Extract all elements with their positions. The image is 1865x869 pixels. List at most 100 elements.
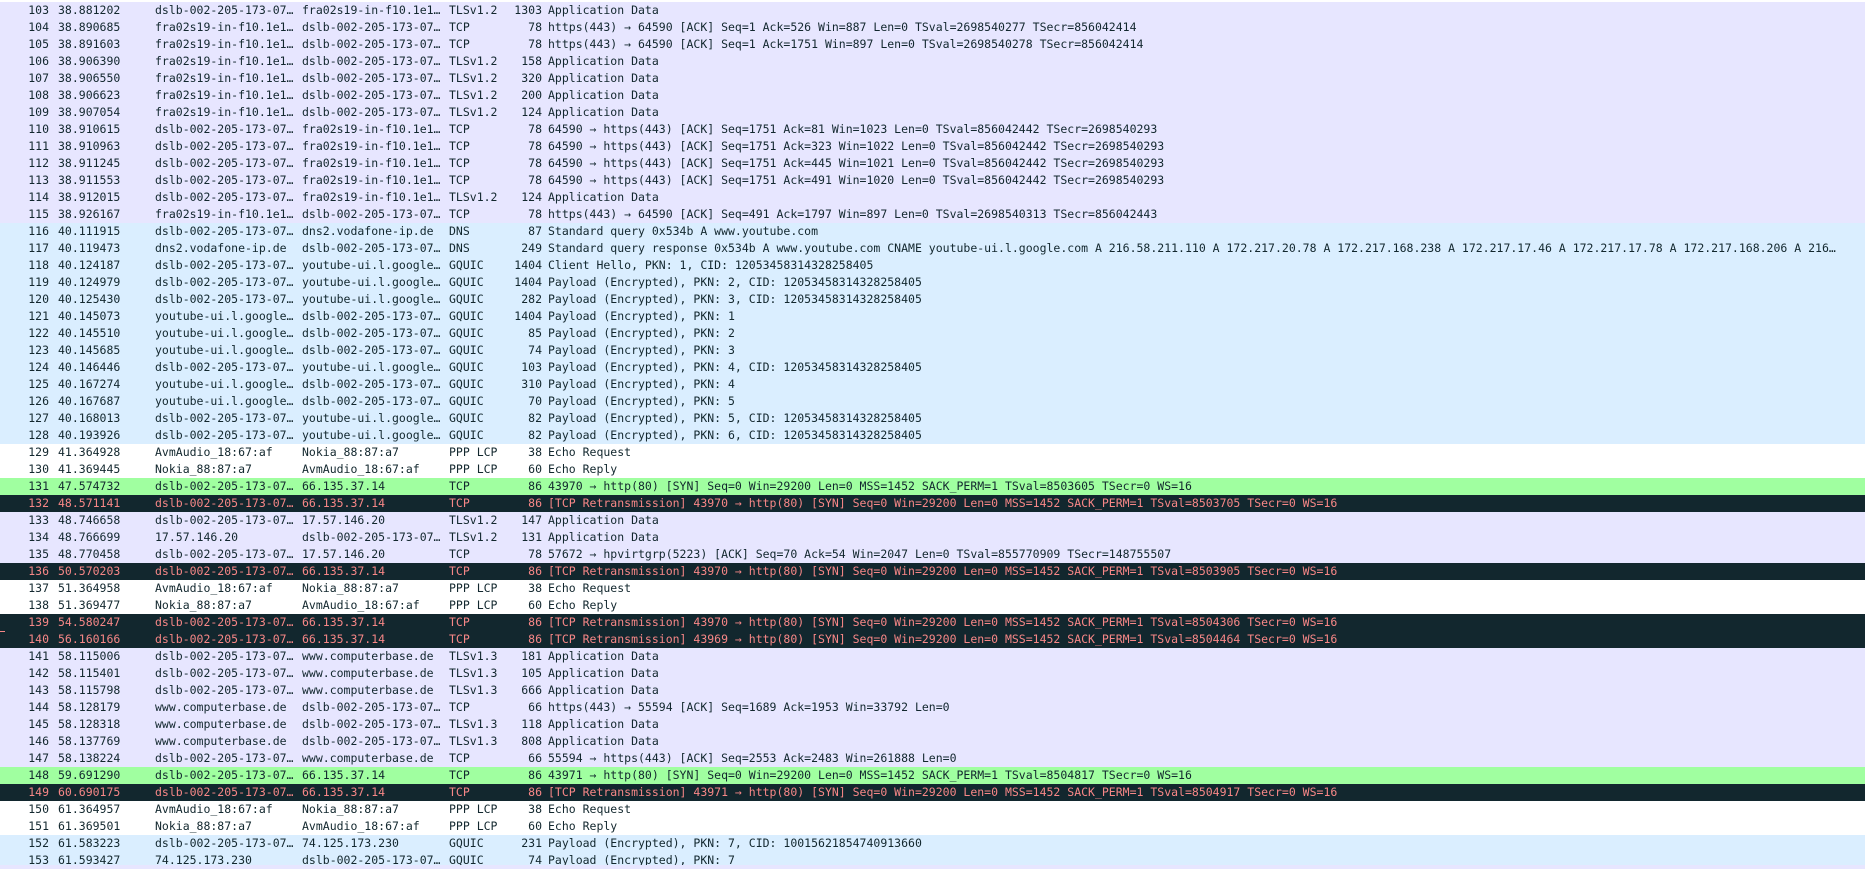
packet-info: Application Data xyxy=(548,717,659,731)
packet-row[interactable]: 117 40.119473 dns2.vodafone-ip.de dslb-002-… xyxy=(0,240,1865,257)
packet-info: Application Data xyxy=(548,649,659,663)
packet-source: fra02s19-in-f10.1e1… xyxy=(155,20,294,34)
packet-time: 61.583223 xyxy=(58,836,121,850)
packet-length: 1404 xyxy=(514,258,542,272)
packet-row[interactable]: 119 40.124979 dslb-002-205-173-07… youtube-… xyxy=(0,274,1865,291)
packet-row[interactable]: 152 61.583223 dslb-002-205-173-07… 74.125.1… xyxy=(0,835,1865,852)
packet-row[interactable]: 115 38.926167 fra02s19-in-f10.1e1… dslb-002… xyxy=(0,206,1865,223)
packet-length: 78 xyxy=(528,156,542,170)
packet-time: 38.906390 xyxy=(58,54,121,68)
packet-time: 61.364957 xyxy=(58,802,121,816)
packet-row[interactable]: 141 58.115006 dslb-002-205-173-07… www.comp… xyxy=(0,648,1865,665)
packet-row[interactable]: 136 50.570203 dslb-002-205-173-07… 66.135.3… xyxy=(0,563,1865,580)
packet-row[interactable]: 148 59.691290 dslb-002-205-173-07… 66.135.3… xyxy=(0,767,1865,784)
packet-row[interactable]: 123 40.145685 youtube-ui.l.google… dslb-002… xyxy=(0,342,1865,359)
packet-row[interactable]: 108 38.906623 fra02s19-in-f10.1e1… dslb-002… xyxy=(0,87,1865,104)
packet-row[interactable]: 132 48.571141 dslb-002-205-173-07… 66.135.3… xyxy=(0,495,1865,512)
packet-list[interactable]: 103 38.881202 dslb-002-205-173-07… fra02s19… xyxy=(0,0,1865,869)
packet-info: Payload (Encrypted), PKN: 3, CID: 120534… xyxy=(548,292,922,306)
packet-destination: www.computerbase.de xyxy=(302,666,434,680)
packet-source: dslb-002-205-173-07… xyxy=(155,785,294,799)
packet-source: dslb-002-205-173-07… xyxy=(155,190,294,204)
packet-length: 86 xyxy=(528,564,542,578)
packet-row[interactable]: 145 58.128318 www.computerbase.de dslb-002-… xyxy=(0,716,1865,733)
packet-info: 55594 → https(443) [ACK] Seq=2553 Ack=24… xyxy=(548,751,957,765)
packet-destination: dslb-002-205-173-07… xyxy=(302,530,441,544)
packet-row[interactable]: 125 40.167274 youtube-ui.l.google… dslb-002… xyxy=(0,376,1865,393)
packet-time: 40.167687 xyxy=(58,394,121,408)
packet-row[interactable]: 124 40.146446 dslb-002-205-173-07… youtube-… xyxy=(0,359,1865,376)
packet-row[interactable]: 144 58.128179 www.computerbase.de dslb-002-… xyxy=(0,699,1865,716)
packet-row[interactable]: 103 38.881202 dslb-002-205-173-07… fra02s19… xyxy=(0,2,1865,19)
packet-row[interactable]: 106 38.906390 fra02s19-in-f10.1e1… dslb-002… xyxy=(0,53,1865,70)
packet-row[interactable]: 109 38.907054 fra02s19-in-f10.1e1… dslb-002… xyxy=(0,104,1865,121)
packet-row[interactable]: 128 40.193926 dslb-002-205-173-07… youtube-… xyxy=(0,427,1865,444)
packet-row[interactable]: 118 40.124187 dslb-002-205-173-07… youtube-… xyxy=(0,257,1865,274)
packet-row[interactable]: 142 58.115401 dslb-002-205-173-07… www.comp… xyxy=(0,665,1865,682)
packet-length: 131 xyxy=(521,530,542,544)
packet-row[interactable]: 147 58.138224 dslb-002-205-173-07… www.comp… xyxy=(0,750,1865,767)
packet-info: Payload (Encrypted), PKN: 5, CID: 120534… xyxy=(548,411,922,425)
packet-length: 105 xyxy=(521,666,542,680)
packet-destination: dslb-002-205-173-07… xyxy=(302,734,441,748)
packet-row[interactable]: 130 41.369445 Nokia_88:87:a7 AvmAudio_18:67… xyxy=(0,461,1865,478)
packet-row[interactable]: 150 61.364957 AvmAudio_18:67:af Nokia_88:87… xyxy=(0,801,1865,818)
packet-number: 109 xyxy=(28,105,49,119)
packet-row[interactable]: 134 48.766699 17.57.146.20 dslb-002-205-173… xyxy=(0,529,1865,546)
packet-row[interactable]: 114 38.912015 dslb-002-205-173-07… fra02s19… xyxy=(0,189,1865,206)
packet-row[interactable]: 131 47.574732 dslb-002-205-173-07… 66.135.3… xyxy=(0,478,1865,495)
packet-row[interactable]: 110 38.910615 dslb-002-205-173-07… fra02s19… xyxy=(0,121,1865,138)
packet-number: 116 xyxy=(28,224,49,238)
packet-time: 38.910963 xyxy=(58,139,121,153)
packet-row[interactable]: 129 41.364928 AvmAudio_18:67:af Nokia_88:87… xyxy=(0,444,1865,461)
packet-info: 57672 → hpvirtgrp(5223) [ACK] Seq=70 Ack… xyxy=(548,547,1172,561)
packet-number: 146 xyxy=(28,734,49,748)
packet-row[interactable]: 116 40.111915 dslb-002-205-173-07… dns2.vod… xyxy=(0,223,1865,240)
packet-row[interactable]: 138 51.369477 Nokia_88:87:a7 AvmAudio_18:67… xyxy=(0,597,1865,614)
packet-number: 124 xyxy=(28,360,49,374)
packet-row[interactable]: 121 40.145073 youtube-ui.l.google… dslb-002… xyxy=(0,308,1865,325)
packet-info: Application Data xyxy=(548,530,659,544)
packet-source: Nokia_88:87:a7 xyxy=(155,598,252,612)
packet-row[interactable]: 143 58.115798 dslb-002-205-173-07… www.comp… xyxy=(0,682,1865,699)
packet-row[interactable]: 112 38.911245 dslb-002-205-173-07… fra02s19… xyxy=(0,155,1865,172)
packet-row[interactable]: 127 40.168013 dslb-002-205-173-07… youtube-… xyxy=(0,410,1865,427)
packet-time: 58.128179 xyxy=(58,700,121,714)
packet-destination: AvmAudio_18:67:af xyxy=(302,819,420,833)
packet-number: 123 xyxy=(28,343,49,357)
packet-row[interactable]: 107 38.906550 fra02s19-in-f10.1e1… dslb-002… xyxy=(0,70,1865,87)
packet-length: 85 xyxy=(528,326,542,340)
packet-row[interactable]: 139 54.580247 dslb-002-205-173-07… 66.135.3… xyxy=(0,614,1865,631)
packet-destination: dslb-002-205-173-07… xyxy=(302,71,441,85)
packet-row[interactable]: 133 48.746658 dslb-002-205-173-07… 17.57.14… xyxy=(0,512,1865,529)
packet-row[interactable]: 111 38.910963 dslb-002-205-173-07… fra02s19… xyxy=(0,138,1865,155)
packet-destination: dslb-002-205-173-07… xyxy=(302,241,441,255)
packet-row[interactable]: 122 40.145510 youtube-ui.l.google… dslb-002… xyxy=(0,325,1865,342)
packet-row[interactable]: 137 51.364958 AvmAudio_18:67:af Nokia_88:87… xyxy=(0,580,1865,597)
packet-destination: 66.135.37.14 xyxy=(302,785,386,799)
packet-row[interactable]: 113 38.911553 dslb-002-205-173-07… fra02s19… xyxy=(0,172,1865,189)
packet-row[interactable]: 146 58.137769 www.computerbase.de dslb-002-… xyxy=(0,733,1865,750)
packet-row[interactable]: 126 40.167687 youtube-ui.l.google… dslb-002… xyxy=(0,393,1865,410)
packet-destination: youtube-ui.l.google… xyxy=(302,275,441,289)
packet-time: 40.124187 xyxy=(58,258,121,272)
packet-row[interactable]: 149 60.690175 dslb-002-205-173-07… 66.135.3… xyxy=(0,784,1865,801)
packet-info: Payload (Encrypted), PKN: 2, CID: 120534… xyxy=(548,275,922,289)
packet-source: dslb-002-205-173-07… xyxy=(155,224,294,238)
packet-row[interactable]: 151 61.369501 Nokia_88:87:a7 AvmAudio_18:67… xyxy=(0,818,1865,835)
packet-source: dslb-002-205-173-07… xyxy=(155,156,294,170)
packet-number: 119 xyxy=(28,275,49,289)
packet-source: dslb-002-205-173-07… xyxy=(155,666,294,680)
packet-row[interactable]: 120 40.125430 dslb-002-205-173-07… youtube-… xyxy=(0,291,1865,308)
packet-time: 38.910615 xyxy=(58,122,121,136)
packet-length: 1404 xyxy=(514,275,542,289)
packet-row[interactable]: 135 48.770458 dslb-002-205-173-07… 17.57.14… xyxy=(0,546,1865,563)
packet-time: 40.167274 xyxy=(58,377,121,391)
packet-destination: youtube-ui.l.google… xyxy=(302,411,441,425)
packet-row[interactable]: 104 38.890685 fra02s19-in-f10.1e1… dslb-002… xyxy=(0,19,1865,36)
packet-destination: www.computerbase.de xyxy=(302,751,434,765)
packet-length: 74 xyxy=(528,343,542,357)
packet-row[interactable]: 105 38.891603 fra02s19-in-f10.1e1… dslb-002… xyxy=(0,36,1865,53)
packet-row[interactable]: 140 56.160166 dslb-002-205-173-07… 66.135.3… xyxy=(0,631,1865,648)
packet-number: 137 xyxy=(28,581,49,595)
